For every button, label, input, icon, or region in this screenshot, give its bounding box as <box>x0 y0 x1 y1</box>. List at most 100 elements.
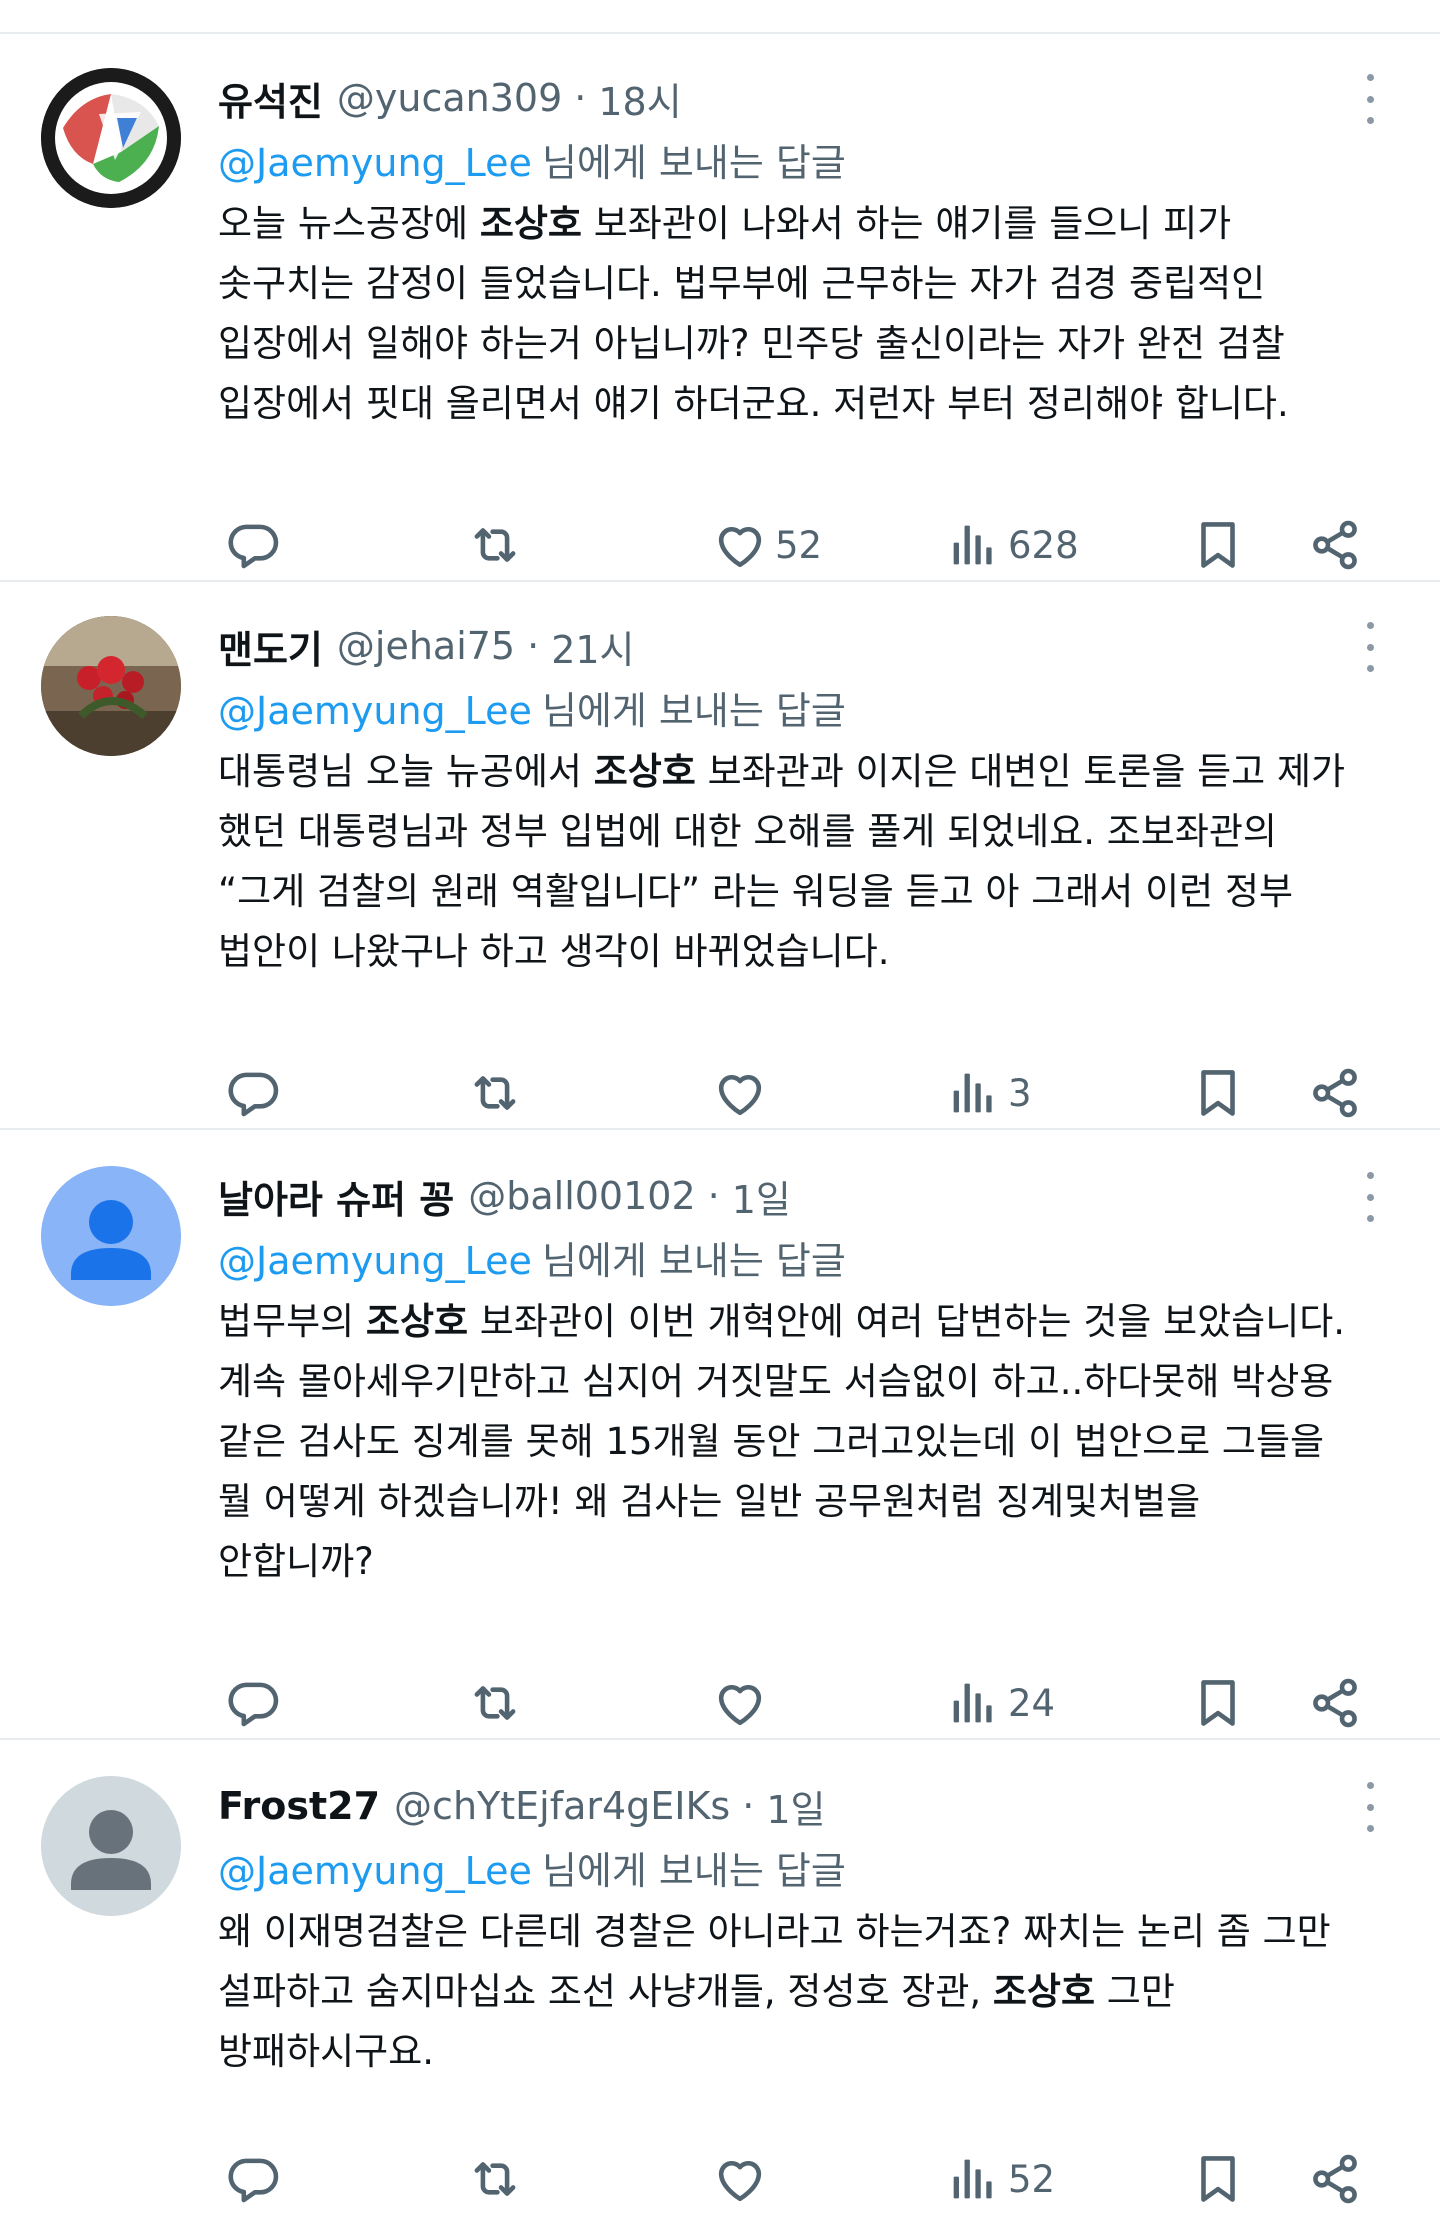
like-button[interactable] <box>711 1668 775 1738</box>
display-name[interactable]: 맨도기 <box>218 619 323 674</box>
tweet-header: 유석진 @yucan309 · 18시 <box>218 68 682 128</box>
share-button[interactable] <box>1306 1668 1364 1738</box>
reply-icon <box>224 516 282 574</box>
reply-icon <box>224 1674 282 1732</box>
reply-button[interactable] <box>224 2144 282 2214</box>
text-line: 했던 대통령님과 정부 입법에 대한 오해를 풀게 되었네요. 조보좌관의 <box>218 810 1277 853</box>
replying-to: @Jaemyung_Lee 님에게 보내는 답글 <box>218 132 846 187</box>
more-options-icon[interactable] <box>1350 622 1390 672</box>
share-button[interactable] <box>1306 1058 1364 1128</box>
mention-link[interactable]: @Jaemyung_Lee <box>218 1849 532 1893</box>
display-name[interactable]: 유석진 <box>218 71 323 126</box>
bookmark-icon <box>1189 1674 1247 1732</box>
views-icon <box>944 2150 1002 2208</box>
replying-to-text: 님에게 보내는 답글 <box>541 1239 846 1283</box>
user-handle[interactable]: @jehai75 <box>337 624 515 668</box>
text-line: 솟구치는 감정이 들었습니다. 법무부에 근무하는 자가 검경 중립적인 <box>218 262 1266 305</box>
tweet-text: 왜 이재명검찰은 다른데 경찰은 아니라고 하는거죠? 짜치는 논리 좀 그만 … <box>218 1902 1388 2082</box>
retweet-button[interactable] <box>466 2144 524 2214</box>
views-count: 52 <box>1008 2157 1056 2201</box>
views-count: 628 <box>1008 523 1079 567</box>
display-name[interactable]: Frost27 <box>218 1784 380 1828</box>
timestamp[interactable]: 1일 <box>732 1169 791 1224</box>
timestamp[interactable]: 21시 <box>551 619 634 674</box>
timestamp[interactable]: 18시 <box>598 71 681 126</box>
retweet-icon <box>466 1064 524 1122</box>
text-line: 계속 몰아세우기만하고 심지어 거짓말도 서슴없이 하고..하다못해 박상용 <box>218 1360 1334 1403</box>
user-handle[interactable]: @yucan309 <box>337 76 562 120</box>
timestamp[interactable]: 1일 <box>766 1779 825 1834</box>
reply-button[interactable] <box>224 510 282 580</box>
highlighted-term: 조상호 <box>479 202 582 245</box>
more-options-icon[interactable] <box>1350 1782 1390 1832</box>
mention-link[interactable]: @Jaemyung_Lee <box>218 141 532 185</box>
retweet-button[interactable] <box>466 1668 524 1738</box>
more-options-icon[interactable] <box>1350 1172 1390 1222</box>
text-line: 설파하고 숨지마십쇼 조선 사냥개들, 정성호 장관, 조상호 그만 <box>218 1970 1175 2013</box>
views-count: 3 <box>1008 1071 1032 1115</box>
text-line: 입장에서 핏대 올리면서 얘기 하더군요. 저런자 부터 정리해야 합니다. <box>218 382 1289 425</box>
text-line: 방패하시구요. <box>218 2030 435 2073</box>
bookmark-button[interactable] <box>1189 1058 1247 1128</box>
action-bar: 52 628 <box>0 510 1440 580</box>
avatar[interactable] <box>41 1166 181 1306</box>
separator-dot: · <box>527 624 540 668</box>
replying-to: @Jaemyung_Lee 님에게 보내는 답글 <box>218 1230 846 1285</box>
bookmark-button[interactable] <box>1189 510 1247 580</box>
display-name[interactable]: 날아라 슈퍼 꽁 <box>218 1169 454 1224</box>
mention-link[interactable]: @Jaemyung_Lee <box>218 1239 532 1283</box>
bookmark-icon <box>1189 1064 1247 1122</box>
more-options-icon[interactable] <box>1350 74 1390 124</box>
share-icon <box>1306 1064 1364 1122</box>
text-line: 같은 검사도 징계를 못해 15개월 동안 그러고있는데 이 법안으로 그들을 <box>218 1420 1325 1463</box>
highlighted-term: 조상호 <box>593 750 696 793</box>
reply-feed: 유석진 @yucan309 · 18시 @Jaemyung_Lee 님에게 보내는… <box>0 0 1440 2214</box>
replying-to: @Jaemyung_Lee 님에게 보내는 답글 <box>218 1840 846 1895</box>
views-button[interactable]: 24 <box>944 1668 1055 1738</box>
separator-dot: · <box>742 1784 755 1828</box>
replying-to-text: 님에게 보내는 답글 <box>541 141 846 185</box>
action-bar: 24 <box>0 1668 1440 1738</box>
avatar[interactable] <box>41 616 181 756</box>
mention-link[interactable]: @Jaemyung_Lee <box>218 689 532 733</box>
retweet-icon <box>466 516 524 574</box>
separator-dot: · <box>574 76 587 120</box>
bookmark-button[interactable] <box>1189 2144 1247 2214</box>
retweet-icon <box>466 1674 524 1732</box>
tweet-header: 맨도기 @jehai75 · 21시 <box>218 616 635 676</box>
reply-icon <box>224 2150 282 2208</box>
tweet-header: Frost27 @chYtEjfar4gEIKs · 1일 <box>218 1776 825 1836</box>
retweet-button[interactable] <box>466 1058 524 1128</box>
text-line: “그게 검찰의 원래 역활입니다” 라는 워딩을 듣고 아 그래서 이런 정부 <box>218 870 1294 913</box>
share-button[interactable] <box>1306 510 1364 580</box>
views-button[interactable]: 52 <box>944 2144 1055 2214</box>
reply-icon <box>224 1064 282 1122</box>
text-line: 뭘 어떻게 하겠습니까! 왜 검사는 일반 공무원처럼 징계및처벌을 <box>218 1480 1201 1523</box>
views-count: 24 <box>1008 1681 1056 1725</box>
like-button[interactable] <box>711 1058 775 1128</box>
tweet-text: 법무부의 조상호 보좌관이 이번 개혁안에 여러 답변하는 것을 보았습니다. … <box>218 1292 1388 1592</box>
share-button[interactable] <box>1306 2144 1364 2214</box>
highlighted-term: 조상호 <box>365 1300 469 1343</box>
text-line: 안합니까? <box>218 1540 374 1583</box>
bookmark-button[interactable] <box>1189 1668 1247 1738</box>
tweet-divider <box>0 580 1440 582</box>
views-button[interactable]: 628 <box>944 510 1079 580</box>
like-button[interactable] <box>711 2144 775 2214</box>
views-button[interactable]: 3 <box>944 1058 1032 1128</box>
user-handle[interactable]: @ball00102 <box>468 1174 695 1218</box>
heart-icon <box>711 516 769 574</box>
text-line: 왜 이재명검찰은 다른데 경찰은 아니라고 하는거죠? 짜치는 논리 좀 그만 <box>218 1910 1331 1953</box>
share-icon <box>1306 2150 1364 2208</box>
like-button[interactable]: 52 <box>711 510 822 580</box>
replying-to: @Jaemyung_Lee 님에게 보내는 답글 <box>218 680 846 735</box>
reply-button[interactable] <box>224 1668 282 1738</box>
bookmark-icon <box>1189 2150 1247 2208</box>
avatar[interactable] <box>41 68 181 208</box>
reply-button[interactable] <box>224 1058 282 1128</box>
user-handle[interactable]: @chYtEjfar4gEIKs <box>394 1784 730 1828</box>
heart-icon <box>711 1674 769 1732</box>
retweet-button[interactable] <box>466 510 524 580</box>
views-icon <box>944 1674 1002 1732</box>
avatar[interactable] <box>41 1776 181 1916</box>
